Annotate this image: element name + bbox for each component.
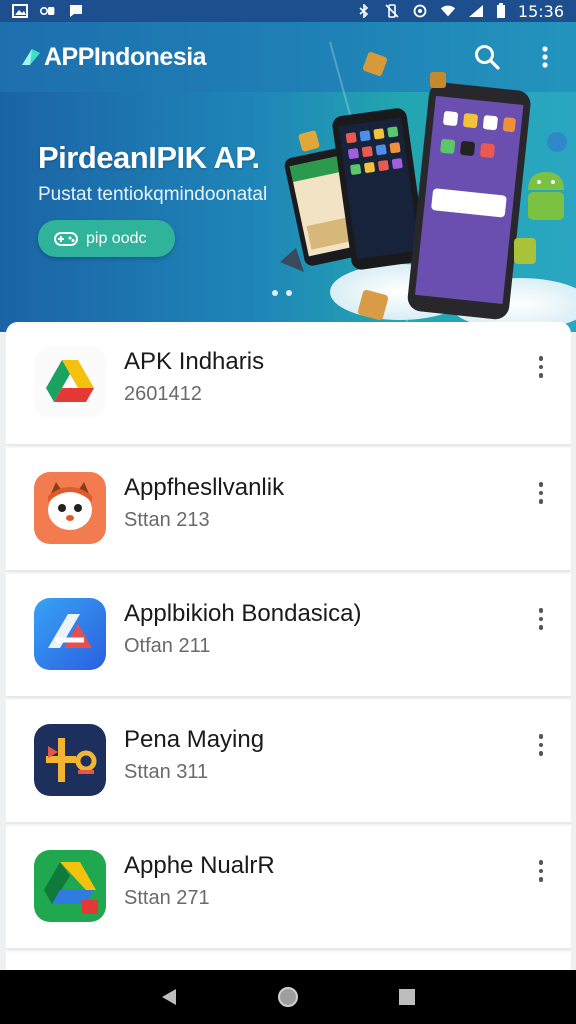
- more-vert-icon[interactable]: [529, 352, 553, 382]
- system-nav-bar: [0, 970, 576, 1024]
- app-meta: Sttan 311: [124, 761, 209, 783]
- app-meta: Sttan 213: [124, 509, 210, 531]
- wifi-icon: [440, 5, 456, 17]
- app-list: APK Indharis 2601412 Appfhesllvanlik Stt…: [6, 322, 571, 970]
- cat-app-icon: [34, 472, 106, 544]
- bluetooth-icon: [359, 4, 369, 18]
- app-logo[interactable]: APPIndonesia: [20, 42, 207, 72]
- blue-app-icon: [34, 598, 106, 670]
- logo-mark-icon: [22, 49, 40, 65]
- app-name: Applbikioh Bondasica): [124, 600, 362, 627]
- list-item[interactable]: Appfhesllvanlik Sttan 213: [6, 448, 571, 572]
- app-meta: 2601412: [124, 383, 202, 405]
- app-name: Pena Maying: [124, 726, 265, 753]
- logo-text: APPIndonesia: [44, 42, 207, 71]
- app-name: Appfhesllvanlik: [124, 474, 285, 501]
- app-meta: Sttan 271: [124, 887, 210, 909]
- app-meta: Otfan 211: [124, 635, 211, 657]
- gallery-icon: [12, 4, 28, 18]
- app-name: Apphe NualrR: [124, 852, 275, 879]
- hero-banner: APPIndonesia PirdeanIPIK AP. Pustat tent…: [0, 22, 576, 332]
- list-item[interactable]: Apphe NualrR Sttan 271: [6, 826, 571, 950]
- more-vert-icon[interactable]: [529, 730, 553, 760]
- recents-square-icon: [398, 989, 415, 1005]
- banner-button[interactable]: pip oodc: [38, 220, 175, 257]
- more-vert-icon[interactable]: [529, 478, 553, 508]
- list-item[interactable]: APK Indharis 2601412: [6, 322, 571, 446]
- drive-icon: [34, 850, 106, 922]
- message-icon: [70, 5, 82, 17]
- puzzle-app-icon: [34, 724, 106, 796]
- drive-icon: [34, 346, 106, 418]
- back-triangle-icon: [162, 989, 177, 1005]
- status-bar: 15:36: [0, 0, 576, 22]
- back-button[interactable]: [152, 980, 186, 1014]
- app-name: APK Indharis: [124, 348, 265, 375]
- more-vert-icon[interactable]: [529, 604, 553, 634]
- more-vert-icon[interactable]: [529, 856, 553, 886]
- banner-button-label: pip oodc: [86, 229, 147, 247]
- signal-icon: [468, 5, 483, 17]
- banner-subtitle: Pustat tentiokqmindoonatal: [38, 184, 268, 205]
- clock: 15:36: [517, 1, 564, 21]
- home-circle-icon: [277, 987, 298, 1007]
- sync-icon: [413, 4, 427, 18]
- phones-illustration-icon: [280, 42, 576, 332]
- home-button[interactable]: [271, 980, 305, 1014]
- vibrate-icon: [385, 4, 399, 18]
- app-store-icon: [40, 7, 55, 15]
- gamepad-icon: [54, 231, 78, 246]
- list-item[interactable]: Pena Maying Sttan 311: [6, 700, 571, 824]
- battery-icon: [496, 3, 505, 18]
- recents-button[interactable]: [390, 980, 424, 1014]
- list-item[interactable]: Applbikioh Bondasica) Otfan 211: [6, 574, 571, 698]
- banner-title: PirdeanIPIK AP.: [38, 140, 260, 175]
